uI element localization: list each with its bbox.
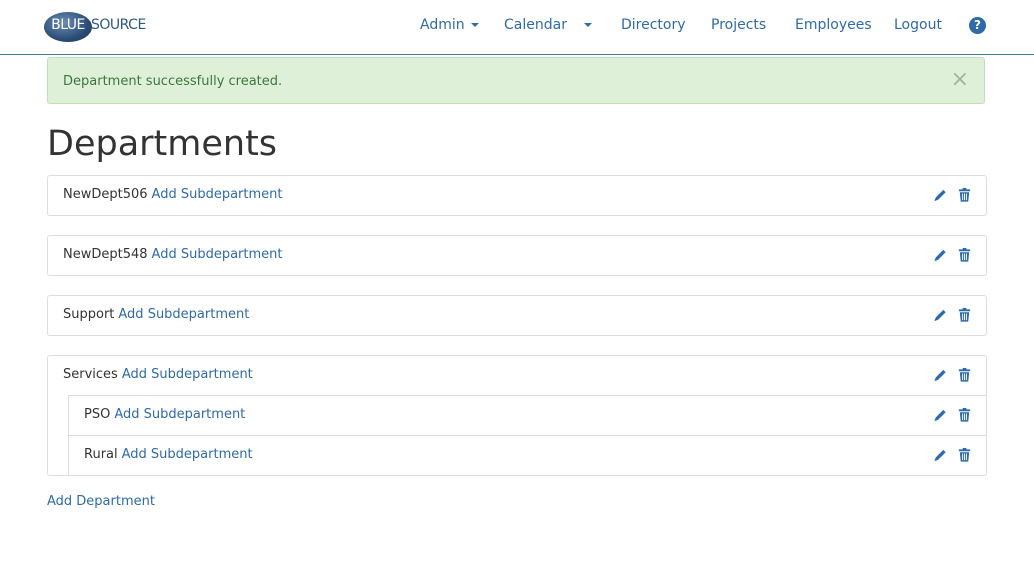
row-actions [929,187,972,203]
nav-calendar-label: Calendar [504,17,567,33]
department-name: Support [63,307,115,322]
page-title: Departments [47,124,278,164]
trash-icon[interactable] [957,407,972,423]
department-name: NewDept506 [63,187,148,202]
logo-text-blue: BLUE [51,17,85,33]
add-subdepartment-link[interactable]: Add Subdepartment [152,247,283,262]
row-actions [929,307,972,323]
nav-projects[interactable]: Projects [711,17,766,33]
add-subdepartment-link[interactable]: Add Subdepartment [122,447,253,462]
nav-employees[interactable]: Employees [795,17,872,33]
add-subdepartment-link[interactable]: Add Subdepartment [114,407,245,422]
nav-calendar-dropdown[interactable] [582,17,592,33]
row-actions [929,247,972,263]
nav-admin-label: Admin [420,17,465,33]
department-panel: NewDept506 Add Subdepartment [47,175,987,216]
department-row: Support Add Subdepartment [48,296,986,335]
nav-calendar[interactable]: Calendar [504,17,567,33]
row-actions [929,407,972,423]
row-actions [929,447,972,463]
bluesource-logo[interactable]: BLUE SOURCE [44,10,146,44]
logo-text-source: SOURCE [91,17,146,33]
department-name-wrap: Services Add Subdepartment [63,367,253,382]
department-row: NewDept506 Add Subdepartment [48,176,986,215]
pencil-icon[interactable] [933,307,948,323]
trash-icon[interactable] [957,447,972,463]
add-subdepartment-link[interactable]: Add Subdepartment [152,187,283,202]
pencil-icon[interactable] [933,407,948,423]
department-panel: Support Add Subdepartment [47,295,987,336]
subdepartment-name: PSO [84,407,111,422]
pencil-icon[interactable] [933,447,948,463]
department-name-wrap: NewDept506 Add Subdepartment [63,187,282,202]
add-subdepartment-link[interactable]: Add Subdepartment [122,367,253,382]
department-name: NewDept548 [63,247,148,262]
add-department-link[interactable]: Add Department [47,494,155,509]
nav-admin[interactable]: Admin [420,17,479,33]
close-icon[interactable]: × [951,69,969,91]
trash-icon[interactable] [957,307,972,323]
department-name-wrap: NewDept548 Add Subdepartment [63,247,282,262]
success-alert: Department successfully created. × [47,57,985,104]
nav-directory[interactable]: Directory [621,17,686,33]
department-name: Services [63,367,118,382]
department-row: Services Add Subdepartment [48,356,986,395]
subdepartment-name: Rural [84,447,118,462]
chevron-down-icon [470,23,479,27]
navbar: BLUE SOURCE Admin Calendar Directory Pro… [0,0,1034,55]
department-panel: NewDept548 Add Subdepartment [47,235,987,276]
subdepartment-name-wrap: Rural Add Subdepartment [84,447,253,462]
department-row: NewDept548 Add Subdepartment [48,236,986,275]
chevron-down-icon [584,23,592,27]
question-icon[interactable]: ? [969,17,986,34]
pencil-icon[interactable] [933,367,948,383]
department-panel: Services Add Subdepartment PSO Add Subdepa… [47,355,987,476]
pencil-icon[interactable] [933,187,948,203]
trash-icon[interactable] [957,367,972,383]
nav-logout[interactable]: Logout [894,17,942,33]
trash-icon[interactable] [957,247,972,263]
trash-icon[interactable] [957,187,972,203]
add-subdepartment-link[interactable]: Add Subdepartment [118,307,249,322]
pencil-icon[interactable] [933,247,948,263]
subdepartment-row: PSO Add Subdepartment [68,395,986,435]
department-name-wrap: Support Add Subdepartment [63,307,249,322]
row-actions [929,367,972,383]
subdepartment-row: Rural Add Subdepartment [68,435,986,475]
alert-message: Department successfully created. [63,74,283,89]
subdepartment-name-wrap: PSO Add Subdepartment [84,407,245,422]
